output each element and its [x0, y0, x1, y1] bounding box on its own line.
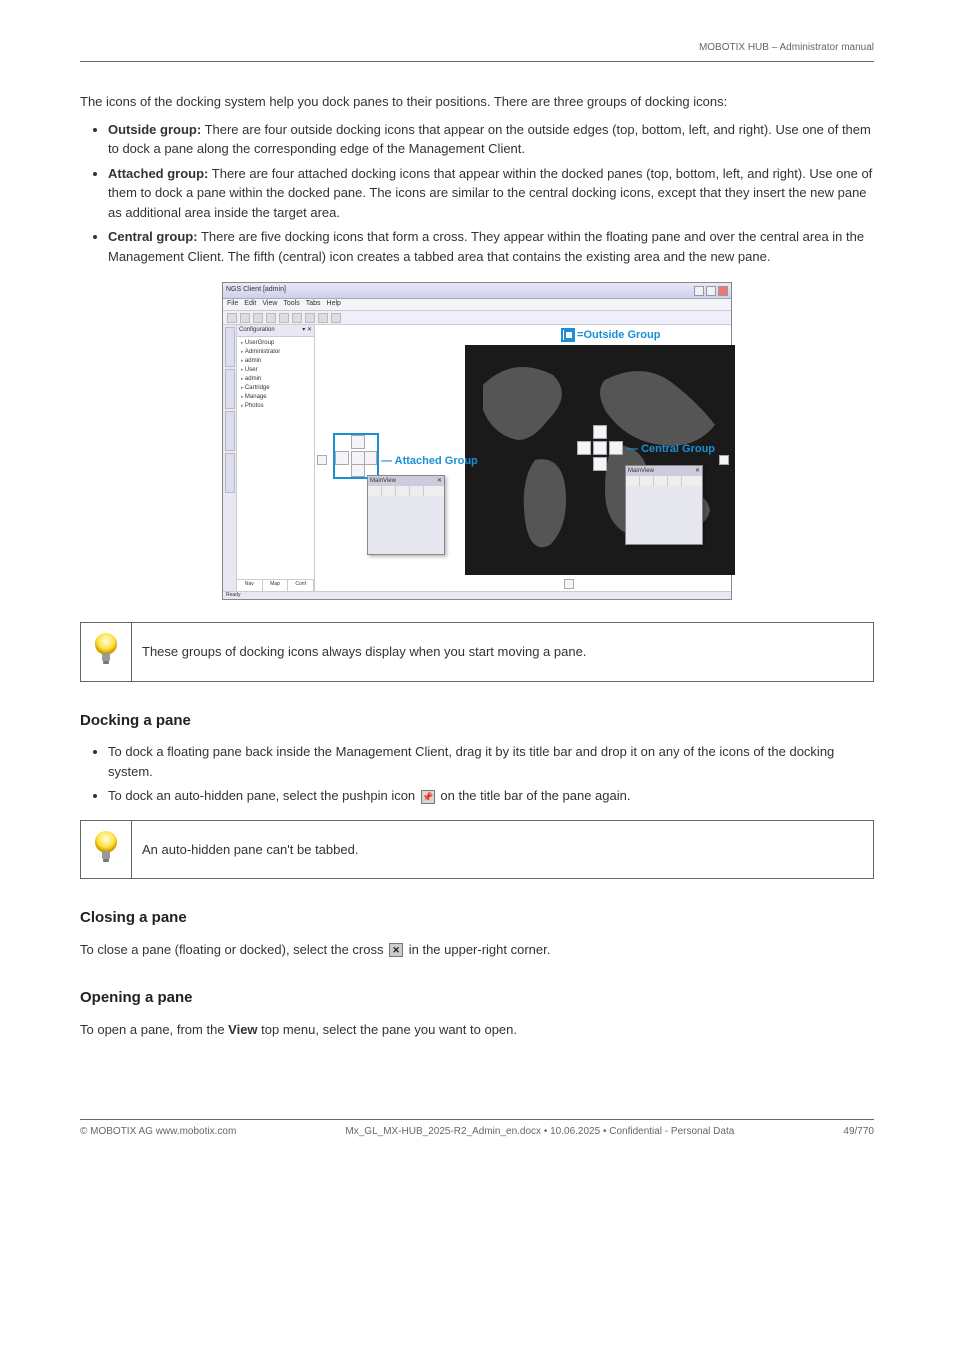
list-item: To dock a floating pane back inside the … [108, 742, 874, 781]
annotation-attached: — Attached Group [381, 453, 478, 470]
main-area: MainView✕ MainView✕ =Outside Group — Att… [315, 325, 731, 591]
tip-text: These groups of docking icons always dis… [132, 623, 874, 682]
section-heading-close: Closing a pane [80, 907, 874, 930]
window-titlebar: NGS Client [admin] [223, 283, 731, 299]
section-heading-open: Opening a pane [80, 987, 874, 1010]
lightbulb-icon [81, 623, 132, 682]
dock-outside-left[interactable] [317, 455, 327, 465]
dock-attached-group[interactable] [333, 433, 379, 479]
close-icon [389, 943, 403, 957]
list-item: Outside group: There are four outside do… [108, 120, 874, 159]
floating-pane[interactable]: MainView✕ [367, 475, 445, 555]
statusbar: Ready [223, 591, 731, 599]
annotation-outside: =Outside Group [561, 327, 660, 344]
toolbar[interactable] [223, 311, 731, 325]
left-tab-strip[interactable] [223, 325, 237, 591]
open-paragraph: To open a pane, from the View top menu, … [80, 1020, 874, 1040]
tree-tabs[interactable]: NavMapConf [237, 579, 314, 591]
annotation-central: — Central Group [627, 441, 715, 458]
dock-outside-bottom[interactable] [564, 579, 574, 589]
menubar[interactable]: FileEditViewToolsTabsHelp [223, 299, 731, 311]
close-paragraph: To close a pane (floating or docked), se… [80, 940, 874, 960]
maximize-button[interactable] [706, 286, 716, 296]
floating-pane[interactable]: MainView✕ [625, 465, 703, 545]
list-item: To dock an auto-hidden pane, select the … [108, 786, 874, 806]
close-button[interactable] [718, 286, 728, 296]
app-window: NGS Client [admin] FileEditViewToolsTabs… [222, 282, 732, 600]
divider [80, 61, 874, 62]
minimize-button[interactable] [694, 286, 704, 296]
intro-paragraph: The icons of the docking system help you… [80, 92, 874, 112]
list-item: Attached group: There are four attached … [108, 164, 874, 223]
page-footer: © MOBOTIX AG www.mobotix.com Mx_GL_MX-HU… [80, 1119, 874, 1139]
tip-box: An auto-hidden pane can't be tabbed. [80, 820, 874, 880]
dock-outside-right[interactable] [719, 455, 729, 465]
lightbulb-icon [81, 820, 132, 879]
tree-pane[interactable]: Configuration▾ ✕ UserGroup Administrator… [237, 325, 315, 591]
page-header: MOBOTIX HUB – Administrator manual [80, 40, 874, 55]
tip-text: An auto-hidden pane can't be tabbed. [132, 820, 874, 879]
screenshot-figure: NGS Client [admin] FileEditViewToolsTabs… [80, 282, 874, 600]
icon-groups-list: Outside group: There are four outside do… [108, 120, 874, 267]
list-item: Central group: There are five docking ic… [108, 227, 874, 266]
window-title: NGS Client [admin] [226, 285, 286, 296]
dock-central-group[interactable] [577, 425, 623, 471]
section-heading-dock: Docking a pane [80, 710, 874, 733]
dock-steps: To dock a floating pane back inside the … [108, 742, 874, 806]
tip-box: These groups of docking icons always dis… [80, 622, 874, 682]
pushpin-icon [421, 790, 435, 804]
